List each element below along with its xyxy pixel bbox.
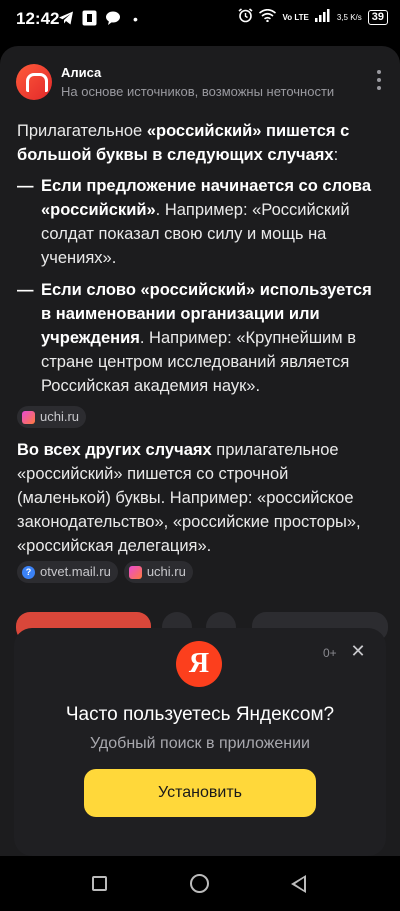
telegram-icon: [58, 10, 74, 30]
notification-dot-icon: •: [133, 11, 138, 27]
assistant-name: Алиса: [61, 65, 102, 80]
list-item: — Если слово «российский» используется в…: [17, 278, 385, 398]
answer-header: Алиса На основе источников, возможны нет…: [16, 62, 386, 102]
wifi-icon: [259, 8, 277, 25]
install-button[interactable]: Установить: [84, 769, 316, 817]
source-label: otvet.mail.ru: [40, 564, 111, 579]
intro-paragraph: Прилагательное «российский» пишется с бо…: [17, 119, 385, 167]
signal-icon: [314, 9, 331, 25]
promo-subtitle: Удобный поиск в приложении: [90, 735, 310, 752]
status-bar: 12:42 • Vo LTE 3,5 K/s 39: [0, 0, 400, 38]
yandex-logo-icon: Я: [176, 641, 222, 687]
app-icon: [82, 10, 97, 30]
source-chips: ? otvet.mail.ru uchi.ru: [17, 561, 385, 583]
install-app-promo: Я 0+ ✕ Часто пользуетесь Яндексом? Удобн…: [14, 628, 386, 856]
alice-answer-card: Алиса На основе источников, возможны нет…: [0, 46, 400, 856]
source-label: uchi.ru: [40, 409, 80, 424]
uchi-icon: [128, 565, 142, 579]
battery-indicator: 39: [367, 9, 388, 25]
list-dash: —: [17, 281, 34, 299]
net-speed: 3,5 K/s: [336, 12, 362, 22]
close-icon[interactable]: ✕: [349, 642, 367, 660]
para2-bold: Во всех других случаях: [17, 441, 212, 459]
recents-icon[interactable]: [92, 876, 107, 891]
status-time: 12:42: [16, 9, 60, 28]
back-icon[interactable]: [291, 875, 306, 893]
chat-icon: [105, 10, 121, 30]
intro-prefix: Прилагательное: [17, 122, 147, 140]
second-paragraph: Во всех других случаях прилагательное «р…: [17, 438, 385, 558]
disclaimer-text: На основе источников, возможны неточност…: [61, 84, 335, 99]
rules-list: — Если предложение начинается со слова «…: [17, 174, 385, 398]
alarm-icon: [238, 8, 253, 26]
status-right: Vo LTE 3,5 K/s 39: [238, 8, 388, 26]
list-item: — Если предложение начинается со слова «…: [17, 174, 385, 270]
answer-text: Прилагательное «российский» пишется с бо…: [17, 119, 385, 593]
age-rating: 0+: [323, 646, 337, 660]
home-icon[interactable]: [190, 874, 209, 893]
source-chips: uchi.ru: [17, 406, 385, 428]
source-chip-uchi[interactable]: uchi.ru: [123, 561, 193, 583]
uchi-icon: [22, 410, 35, 424]
intro-suffix: :: [333, 146, 339, 164]
more-menu-icon[interactable]: [374, 70, 384, 90]
alice-avatar: [16, 64, 52, 100]
list-dash: —: [17, 177, 34, 195]
system-nav-bar: [0, 856, 400, 911]
volte-label: Vo LTE: [282, 12, 309, 22]
source-chip-uchi[interactable]: uchi.ru: [17, 406, 87, 428]
source-label: uchi.ru: [146, 564, 186, 579]
source-chip-otvet[interactable]: ? otvet.mail.ru: [17, 561, 118, 583]
promo-title: Часто пользуетесь Яндексом?: [65, 704, 335, 725]
otvet-icon: ?: [22, 565, 35, 579]
